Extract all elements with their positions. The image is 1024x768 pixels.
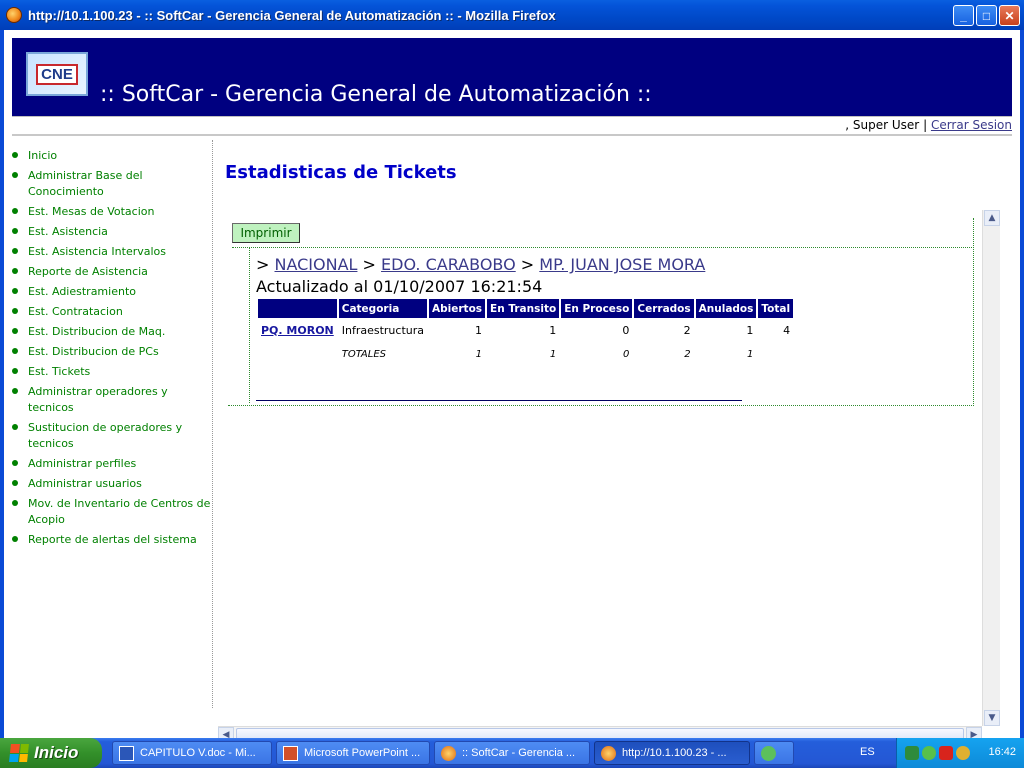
- sidebar-divider: [212, 140, 213, 708]
- start-button[interactable]: Inicio: [0, 738, 102, 768]
- breadcrumb-estado[interactable]: EDO. CARABOBO: [381, 255, 516, 274]
- site-title: :: SoftCar - Gerencia General de Automat…: [100, 82, 652, 107]
- window-frame-left: [0, 30, 4, 740]
- task-powerpoint[interactable]: Microsoft PowerPoint ...: [276, 741, 430, 765]
- table-bottom-rule: [256, 400, 742, 401]
- column-header-place: [258, 299, 337, 318]
- window-frame-right: [1020, 30, 1024, 740]
- taskbar: Inicio CAPITULO V.doc - Mi... Microsoft …: [0, 738, 1024, 768]
- sidebar-item-alertas[interactable]: Reporte de alertas del sistema: [10, 532, 212, 548]
- totals-cerrados: 2: [684, 348, 691, 360]
- column-header-proceso: En Proceso: [561, 299, 633, 318]
- start-label: Inicio: [34, 743, 79, 762]
- sidebar-menu: Inicio Administrar Base del Conocimiento…: [10, 148, 212, 552]
- system-tray: 16:42: [896, 738, 1024, 768]
- table-cell-transito: 1: [549, 323, 557, 337]
- report-divider: [232, 247, 972, 248]
- messenger-icon: [761, 745, 776, 761]
- table-cell-anulados: 1: [746, 323, 754, 337]
- sidebar-item-contratacion[interactable]: Est. Contratacion: [10, 304, 212, 320]
- powerpoint-icon: [283, 745, 298, 761]
- table-cell-proceso: 0: [622, 323, 630, 337]
- window-title: http://10.1.100.23 - :: SoftCar - Gerenc…: [28, 7, 556, 23]
- table-row-totals: TOTALES 1 1 0 2 1: [258, 342, 793, 366]
- current-user: , Super User: [845, 118, 920, 132]
- sidebar-item-tickets[interactable]: Est. Tickets: [10, 364, 212, 380]
- windows-logo-icon: [9, 744, 29, 762]
- sidebar-item-perfiles[interactable]: Administrar perfiles: [10, 456, 212, 472]
- firefox-icon: [601, 745, 616, 761]
- sidebar-item-inicio[interactable]: Inicio: [10, 148, 212, 164]
- table-cell-categoria: Infraestructura: [341, 323, 425, 337]
- scroll-down-icon[interactable]: ▼: [984, 710, 1000, 726]
- site-header: CNE :: SoftCar - Gerencia General de Aut…: [12, 38, 1012, 116]
- firefox-icon: [6, 7, 22, 23]
- task-word[interactable]: CAPITULO V.doc - Mi...: [112, 741, 272, 765]
- column-header-cerrados: Cerrados: [634, 299, 694, 318]
- userbar-divider: [12, 134, 1012, 136]
- antivirus-icon[interactable]: [939, 746, 953, 760]
- minimize-button[interactable]: _: [953, 5, 974, 26]
- maximize-button[interactable]: □: [976, 5, 997, 26]
- column-header-total: Total: [758, 299, 794, 318]
- sidebar-item-inventario[interactable]: Mov. de Inventario de Centros de Acopio: [10, 496, 212, 528]
- user-separator: |: [923, 118, 928, 132]
- header-divider: [12, 116, 1012, 117]
- sidebar-item-adiestramiento[interactable]: Est. Adiestramiento: [10, 284, 212, 300]
- sidebar-item-distribucion-pcs[interactable]: Est. Distribucion de PCs: [10, 344, 212, 360]
- sidebar-item-reporte-asistencia[interactable]: Reporte de Asistencia: [10, 264, 212, 280]
- user-bar: , Super User | Cerrar Sesion: [845, 118, 1012, 132]
- sidebar-item-sustitucion[interactable]: Sustitucion de operadores y tecnicos: [10, 420, 212, 452]
- task-messenger[interactable]: [754, 741, 794, 765]
- page-title: Estadisticas de Tickets: [225, 162, 457, 183]
- totals-label: TOTALES: [341, 348, 386, 360]
- table-cell-total: 4: [783, 323, 791, 337]
- report-inner-border: [249, 248, 250, 403]
- close-button[interactable]: ✕: [999, 5, 1020, 26]
- column-header-categoria: Categoria: [338, 299, 428, 318]
- sidebar-item-mesas-votacion[interactable]: Est. Mesas de Votacion: [10, 204, 212, 220]
- sidebar-item-asistencia-intervalos[interactable]: Est. Asistencia Intervalos: [10, 244, 212, 260]
- logout-link[interactable]: Cerrar Sesion: [931, 118, 1012, 132]
- column-header-abiertos: Abiertos: [429, 299, 486, 318]
- sidebar-item-operadores[interactable]: Administrar operadores y tecnicos: [10, 384, 212, 416]
- totals-proceso: 0: [623, 348, 630, 360]
- table-row: PQ. MORON Infraestructura 1 1 0 2 1 4: [258, 318, 793, 342]
- totals-anulados: 1: [747, 348, 754, 360]
- breadcrumb-nacional[interactable]: NACIONAL: [275, 255, 358, 274]
- sidebar-item-asistencia[interactable]: Est. Asistencia: [10, 224, 212, 240]
- tickets-table: Categoria Abiertos En Transito En Proces…: [256, 299, 795, 366]
- vertical-scrollbar[interactable]: ▲ ▼: [982, 210, 1000, 726]
- cne-logo: CNE: [26, 52, 88, 96]
- logo-text: CNE: [36, 63, 78, 85]
- firefox-icon: [441, 745, 456, 761]
- updated-timestamp: Actualizado al 01/10/2007 16:21:54: [256, 277, 543, 296]
- task-softcar[interactable]: :: SoftCar - Gerencia ...: [434, 741, 590, 765]
- scroll-up-icon[interactable]: ▲: [984, 210, 1000, 226]
- print-button[interactable]: Imprimir: [232, 223, 300, 243]
- sidebar-item-base-conocimiento[interactable]: Administrar Base del Conocimiento: [10, 168, 212, 200]
- task-firefox-active[interactable]: http://10.1.100.23 - ...: [594, 741, 750, 765]
- user-icon[interactable]: [922, 746, 936, 760]
- totals-transito: 1: [549, 348, 557, 360]
- totals-abiertos: 1: [475, 348, 483, 360]
- place-link[interactable]: PQ. MORON: [261, 324, 334, 337]
- column-header-anulados: Anulados: [695, 299, 757, 318]
- language-indicator[interactable]: ES: [860, 746, 875, 758]
- clock: 16:42: [988, 746, 1016, 758]
- breadcrumb: > NACIONAL > EDO. CARABOBO > MP. JUAN JO…: [256, 255, 706, 274]
- network-icon[interactable]: [905, 746, 919, 760]
- table-cell-cerrados: 2: [683, 323, 691, 337]
- table-cell-abiertos: 1: [475, 323, 483, 337]
- column-header-transito: En Transito: [487, 299, 560, 318]
- sidebar-item-distribucion-maq[interactable]: Est. Distribucion de Maq.: [10, 324, 212, 340]
- word-icon: [119, 745, 134, 761]
- sidebar-item-usuarios[interactable]: Administrar usuarios: [10, 476, 212, 492]
- update-icon[interactable]: [956, 746, 970, 760]
- window-titlebar[interactable]: http://10.1.100.23 - :: SoftCar - Gerenc…: [0, 0, 1024, 30]
- breadcrumb-municipio[interactable]: MP. JUAN JOSE MORA: [539, 255, 705, 274]
